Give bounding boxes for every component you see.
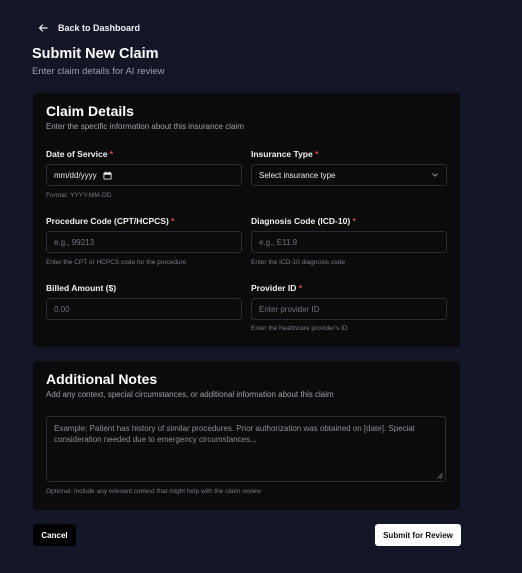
chevron-down-icon <box>432 173 438 177</box>
additional-notes-card: Additional Notes Add any context, specia… <box>33 361 460 510</box>
procedure-code-label: Procedure Code (CPT/HCPCS) * <box>46 216 175 226</box>
required-mark: * <box>109 149 114 159</box>
back-to-dashboard-link[interactable]: Back to Dashboard <box>38 19 140 37</box>
back-link-label: Back to Dashboard <box>58 23 141 33</box>
additional-notes-textarea[interactable]: Example: Patient has history of similar … <box>46 416 446 482</box>
claim-details-subtitle: Enter the specific information about thi… <box>46 122 244 131</box>
billed-amount-input[interactable] <box>46 298 242 320</box>
provider-id-label: Provider ID * <box>251 283 303 293</box>
cancel-button[interactable]: Cancel <box>33 524 76 546</box>
date-of-service-input[interactable]: mm/dd/yyyy <box>46 164 242 186</box>
additional-notes-subtitle: Add any context, special circumstances, … <box>46 390 334 399</box>
insurance-type-select[interactable]: Select insurance type <box>251 164 447 186</box>
required-mark: * <box>171 216 175 226</box>
procedure-code-input[interactable] <box>46 231 242 253</box>
diagnosis-code-input[interactable] <box>251 231 447 253</box>
claim-details-card: Claim Details Enter the specific informa… <box>33 93 460 347</box>
page-title: Submit New Claim <box>32 46 159 62</box>
notes-placeholder: Example: Patient has history of similar … <box>54 424 415 444</box>
date-of-service-hint: Format: YYYY-MM-DD <box>46 192 112 199</box>
diagnosis-code-hint: Enter the ICD-10 diagnosis code <box>251 259 345 266</box>
required-mark: * <box>352 216 356 226</box>
submit-for-review-button[interactable]: Submit for Review <box>375 524 461 546</box>
required-mark: * <box>298 283 303 293</box>
provider-id-input[interactable] <box>251 298 447 320</box>
date-of-service-label: Date of Service * <box>46 149 114 159</box>
diagnosis-code-label: Diagnosis Code (ICD-10) * <box>251 216 356 226</box>
notes-hint: Optional: Include any relevant context t… <box>46 488 261 495</box>
calendar-icon[interactable] <box>103 171 112 180</box>
provider-id-hint: Enter the healthcare provider's ID <box>251 325 348 332</box>
claim-details-title: Claim Details <box>46 103 134 119</box>
page-subtitle: Enter claim details for AI review <box>32 66 165 77</box>
date-of-service-value: mm/dd/yyyy <box>54 170 97 180</box>
procedure-code-hint: Enter the CPT or HCPCS code for the proc… <box>46 259 187 266</box>
additional-notes-title: Additional Notes <box>46 371 158 387</box>
insurance-type-label: Insurance Type * <box>251 149 319 159</box>
required-mark: * <box>315 149 319 159</box>
resize-handle-icon[interactable] <box>437 473 443 479</box>
arrow-left-icon <box>38 24 48 32</box>
insurance-type-selected: Select insurance type <box>259 170 336 180</box>
billed-amount-label: Billed Amount ($) <box>46 283 117 293</box>
